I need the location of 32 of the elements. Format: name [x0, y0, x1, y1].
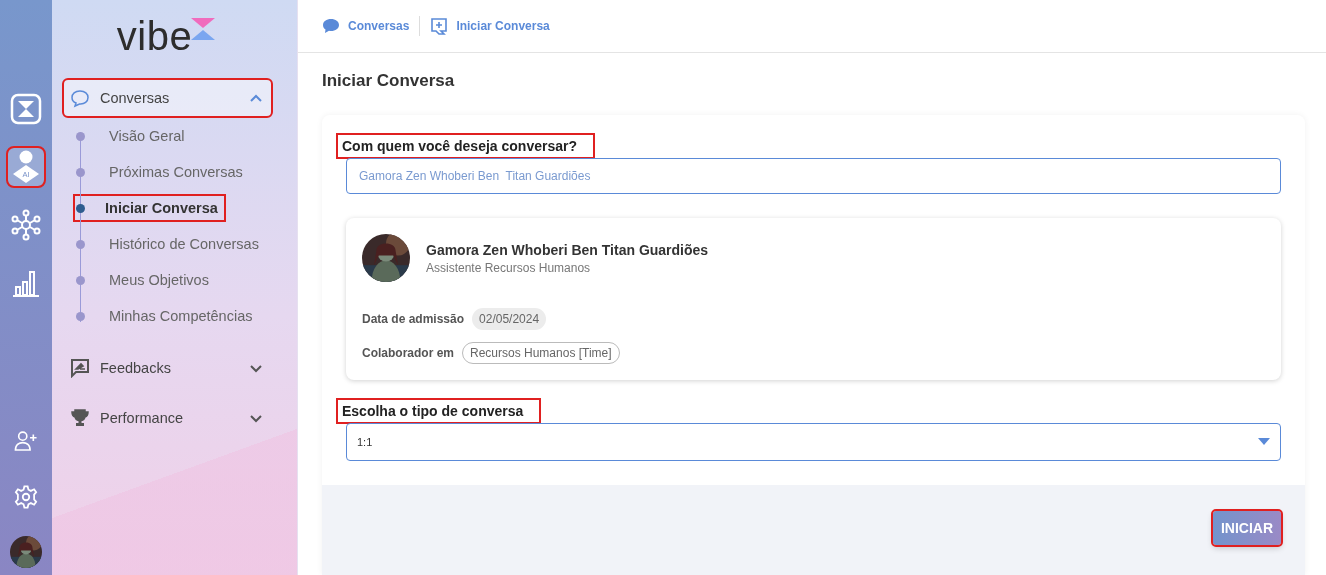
submenu-item[interactable]: Histórico de Conversas — [105, 232, 265, 256]
chat-bubble-icon — [322, 17, 340, 35]
submenu-item[interactable]: Próximas Conversas — [105, 160, 249, 184]
menu-group-header[interactable]: Feedbacks — [64, 350, 271, 386]
breadcrumb-link[interactable]: Conversas — [348, 19, 410, 33]
dropdown-caret-icon — [1258, 438, 1270, 446]
submenu-item[interactable]: Visão Geral — [105, 124, 191, 148]
submenu-item[interactable]: Iniciar Conversa — [75, 196, 224, 220]
feedback-icon — [70, 358, 90, 378]
detail-label: Data de admissão — [362, 312, 465, 326]
chat-bubble-icon — [70, 88, 90, 108]
field-label: Escolha o tipo de conversa — [338, 400, 540, 422]
person-role: Assistente Recursos Humanos — [426, 260, 592, 275]
submenu-item[interactable]: Minhas Competências — [105, 304, 259, 328]
field-label: Com quem você deseja conversar? — [338, 135, 593, 157]
breadcrumb-link[interactable]: Iniciar Conversa — [456, 19, 550, 33]
submenu-item[interactable]: Meus Objetivos — [105, 268, 215, 292]
trophy-icon — [70, 408, 90, 428]
network-icon — [10, 209, 42, 241]
page-title: Iniciar Conversa — [322, 71, 456, 91]
menu-group-header[interactable]: Performance — [64, 400, 271, 436]
person-input-field[interactable]: Gamora Zen Whoberi Ben Titan Guardiões — [346, 158, 1281, 194]
logo-mark-icon — [10, 93, 42, 125]
date-chip: 02/05/2024 — [472, 308, 547, 330]
start-button[interactable]: INICIAR — [1212, 511, 1281, 545]
conversation-type-select[interactable]: 1:1 — [346, 423, 1281, 461]
settings-icon — [13, 484, 39, 510]
add-user-icon — [13, 428, 39, 454]
detail-label: Colaborador em — [362, 346, 454, 360]
logo-text: vibe — [116, 14, 193, 58]
person-name: Gamora Zen Whoberi Ben Titan Guardiões — [426, 241, 709, 258]
menu-group-header[interactable]: Conversas — [64, 80, 271, 116]
